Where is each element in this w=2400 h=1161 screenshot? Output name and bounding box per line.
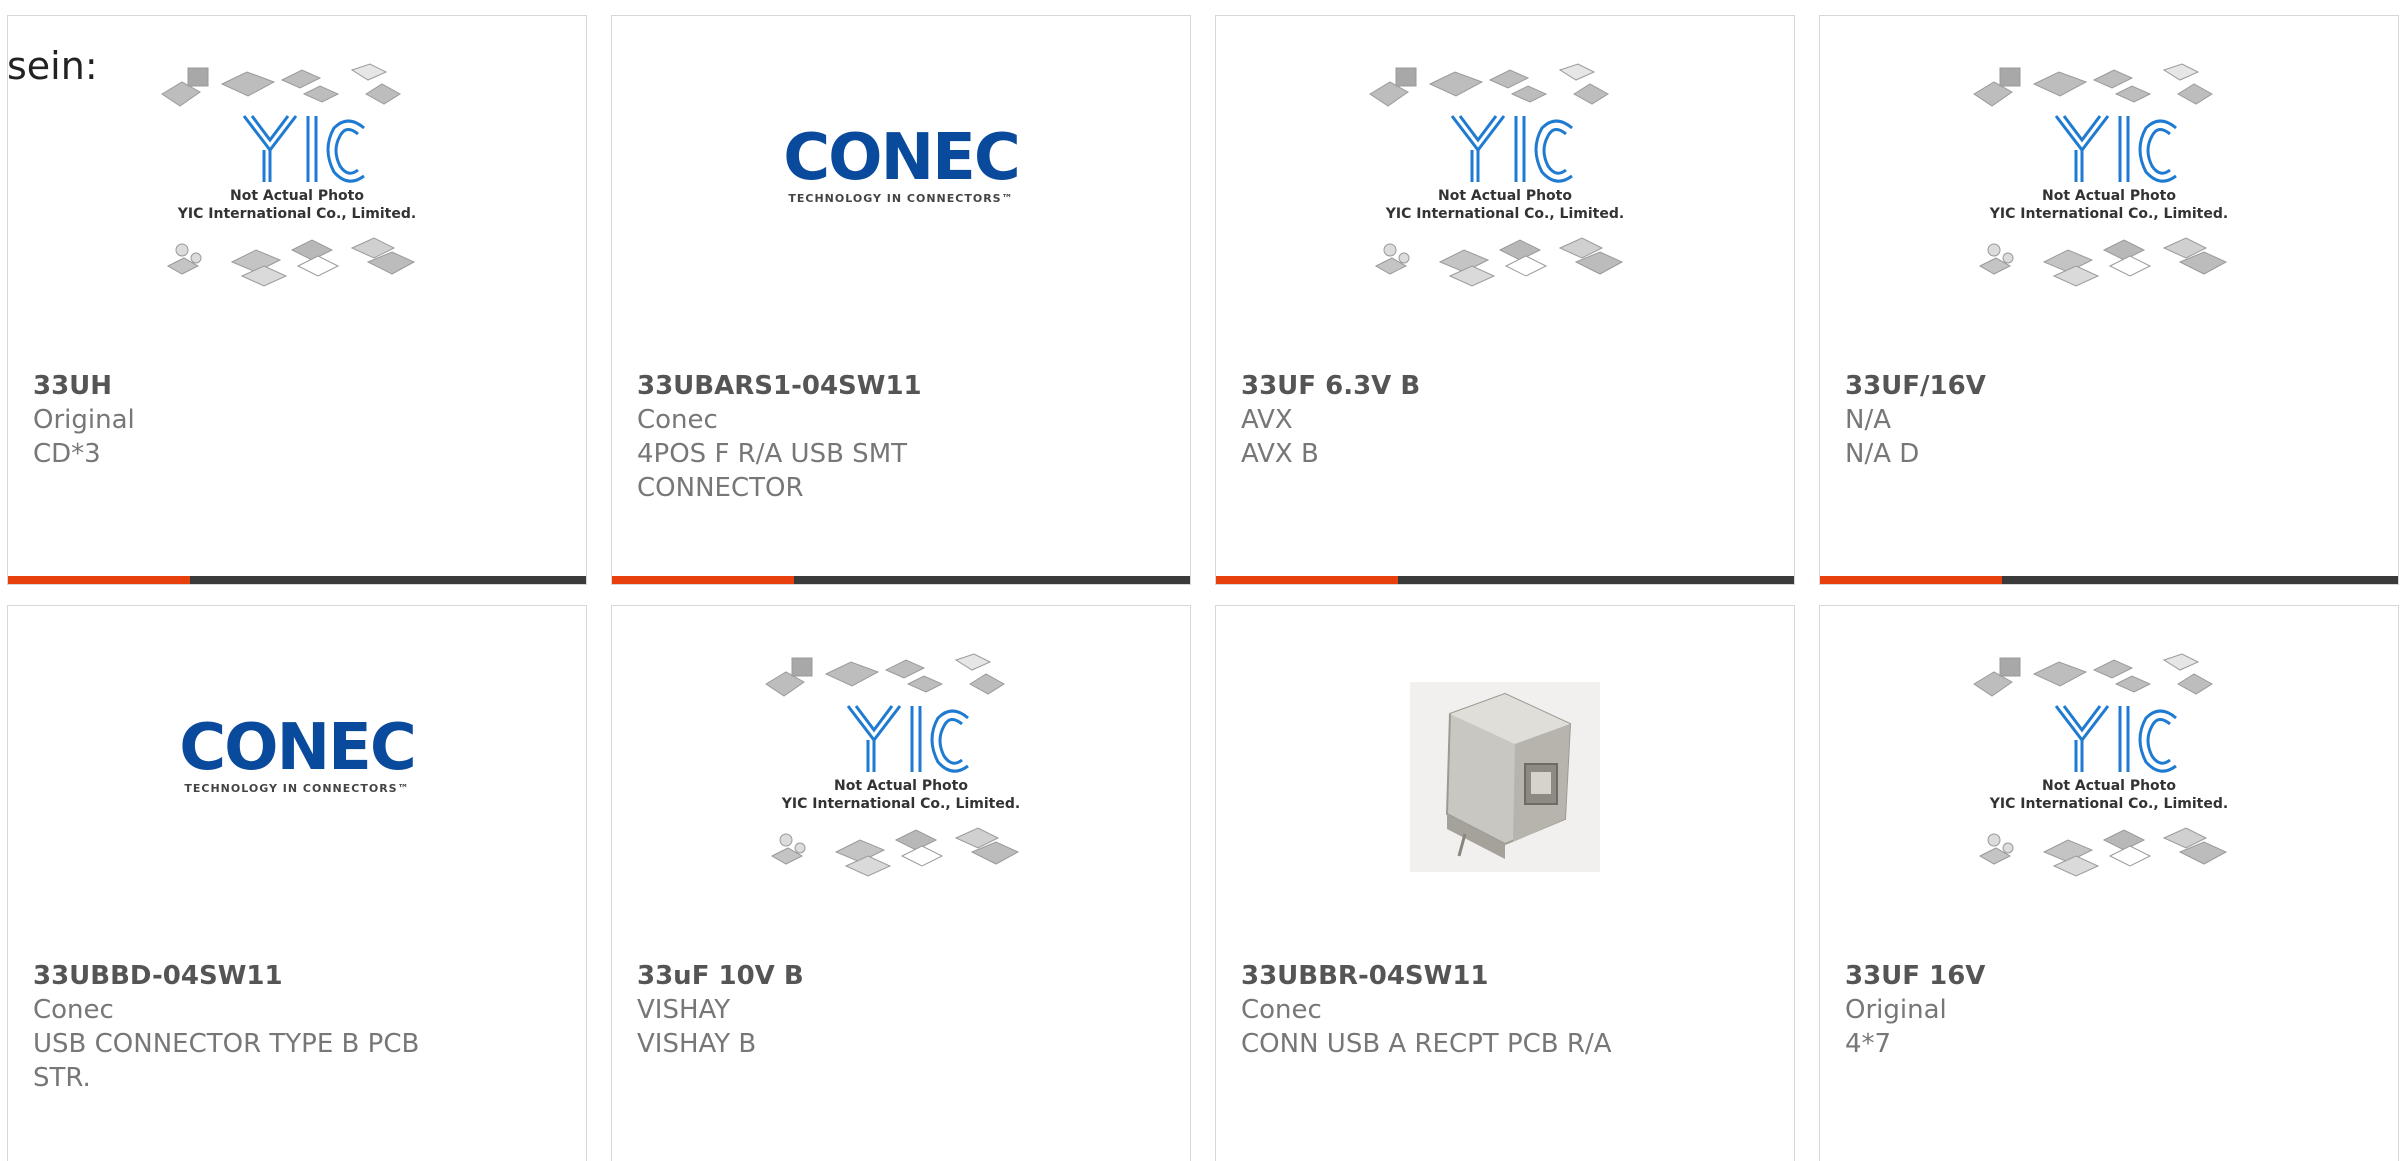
product-image[interactable]: CONEC TECHNOLOGY IN CONNECTORS™	[8, 644, 586, 954]
product-image[interactable]: CONEC TECHNOLOGY IN CONNECTORS™	[612, 54, 1190, 364]
yic-placeholder-image: Not Actual Photo YIC International Co., …	[1369, 63, 1624, 287]
manufacturer: Original	[1845, 995, 1947, 1025]
part-number[interactable]: 33UBBR-04SW11	[1241, 959, 1764, 993]
product-card[interactable]: Not Actual Photo YIC International Co., …	[1819, 15, 2399, 585]
product-description: 4POS F R/A USB SMT CONNECTOR	[637, 439, 908, 503]
product-image[interactable]: Not Actual Photo YIC International Co., …	[1820, 54, 2398, 364]
part-number[interactable]: 33UF/16V	[1845, 369, 2368, 403]
product-image[interactable]: Not Actual Photo YIC International Co., …	[1216, 54, 1794, 364]
placeholder-line1: Not Actual Photo	[1438, 188, 1572, 204]
product-card[interactable]: Not Actual Photo YIC International Co., …	[611, 605, 1191, 1161]
card-accent-bar	[1820, 576, 2398, 584]
product-description: CONN USB A RECPT PCB R/A	[1241, 1029, 1612, 1059]
product-info: 33UBARS1-04SW11 Conec 4POS F R/A USB SMT…	[637, 369, 1160, 505]
product-info: 33UBBR-04SW11 Conec CONN USB A RECPT PCB…	[1241, 959, 1764, 1061]
card-accent-bar	[612, 576, 1190, 584]
yic-placeholder-image: Not Actual Photo YIC International Co., …	[765, 653, 1020, 877]
product-image[interactable]: Not Actual Photo YIC International Co., …	[612, 644, 1190, 954]
part-number[interactable]: 33UBARS1-04SW11	[637, 369, 1160, 403]
manufacturer: Conec	[33, 995, 114, 1025]
product-info: 33UH Original CD*3	[33, 369, 556, 471]
conec-tagline: TECHNOLOGY IN CONNECTORS™	[788, 192, 1013, 205]
part-number[interactable]: 33UF 16V	[1845, 959, 2368, 993]
conec-brand-text: CONEC	[179, 711, 415, 785]
product-grid-page: Not Actual Photo YIC International Co., …	[0, 0, 2400, 1161]
manufacturer: Original	[33, 405, 135, 435]
placeholder-line2: YIC International Co., Limited.	[781, 796, 1020, 812]
product-description: AVX B	[1241, 439, 1319, 469]
product-card[interactable]: CONEC TECHNOLOGY IN CONNECTORS™ 33UBBD-0…	[7, 605, 587, 1161]
product-image[interactable]	[1216, 644, 1794, 954]
product-description: 4*7	[1845, 1029, 1892, 1059]
card-accent-bar	[8, 576, 586, 584]
usb-connector-photo	[1410, 682, 1600, 872]
product-card[interactable]: CONEC TECHNOLOGY IN CONNECTORS™ 33UBARS1…	[611, 15, 1191, 585]
placeholder-line1: Not Actual Photo	[2042, 778, 2176, 794]
product-info: 33uF 10V B VISHAY VISHAY B	[637, 959, 1160, 1061]
product-info: 33UBBD-04SW11 Conec USB CONNECTOR TYPE B…	[33, 959, 556, 1095]
product-description: USB CONNECTOR TYPE B PCB STR.	[33, 1029, 420, 1093]
manufacturer: Conec	[1241, 995, 1322, 1025]
manufacturer: Conec	[637, 405, 718, 435]
product-card[interactable]: Not Actual Photo YIC International Co., …	[1215, 15, 1795, 585]
card-accent-highlight	[1820, 576, 2002, 584]
conec-brand-text: CONEC	[783, 121, 1019, 195]
manufacturer: VISHAY	[637, 995, 731, 1025]
card-accent-highlight	[612, 576, 794, 584]
conec-tagline: TECHNOLOGY IN CONNECTORS™	[184, 782, 409, 795]
card-accent-highlight	[8, 576, 190, 584]
product-description: N/A D	[1845, 439, 1920, 469]
product-card[interactable]: Not Actual Photo YIC International Co., …	[1819, 605, 2399, 1161]
card-accent-bar	[1216, 576, 1794, 584]
product-image[interactable]: Not Actual Photo YIC International Co., …	[8, 54, 586, 364]
lead-text: sein:	[7, 44, 98, 88]
conec-logo: CONEC TECHNOLOGY IN CONNECTORS™	[179, 711, 417, 795]
placeholder-line2: YIC International Co., Limited.	[1385, 206, 1624, 222]
product-description: CD*3	[33, 439, 101, 469]
product-image[interactable]: Not Actual Photo YIC International Co., …	[1820, 644, 2398, 954]
yic-placeholder-image: Not Actual Photo YIC International Co., …	[1973, 63, 2228, 287]
part-number[interactable]: 33UH	[33, 369, 556, 403]
product-info: 33UF 6.3V B AVX AVX B	[1241, 369, 1764, 471]
placeholder-line1: Not Actual Photo	[2042, 188, 2176, 204]
manufacturer: AVX	[1241, 405, 1293, 435]
part-number[interactable]: 33uF 10V B	[637, 959, 1160, 993]
part-number[interactable]: 33UBBD-04SW11	[33, 959, 556, 993]
product-info: 33UF/16V N/A N/A D	[1845, 369, 2368, 471]
manufacturer: N/A	[1845, 405, 1891, 435]
product-card[interactable]: 33UBBR-04SW11 Conec CONN USB A RECPT PCB…	[1215, 605, 1795, 1161]
yic-placeholder-image: Not Actual Photo YIC International Co., …	[1973, 653, 2228, 877]
yic-placeholder-image: Not Actual Photo YIC International Co., …	[161, 63, 416, 287]
card-accent-highlight	[1216, 576, 1398, 584]
product-description: VISHAY B	[637, 1029, 757, 1059]
placeholder-line2: YIC International Co., Limited.	[1989, 796, 2228, 812]
placeholder-line1: Not Actual Photo	[834, 778, 968, 794]
conec-logo: CONEC TECHNOLOGY IN CONNECTORS™	[783, 121, 1021, 205]
placeholder-line2: YIC International Co., Limited.	[1989, 206, 2228, 222]
part-number[interactable]: 33UF 6.3V B	[1241, 369, 1764, 403]
placeholder-line2: YIC International Co., Limited.	[177, 206, 416, 222]
placeholder-line1: Not Actual Photo	[230, 188, 364, 204]
product-card[interactable]: Not Actual Photo YIC International Co., …	[7, 15, 587, 585]
product-info: 33UF 16V Original 4*7	[1845, 959, 2368, 1061]
